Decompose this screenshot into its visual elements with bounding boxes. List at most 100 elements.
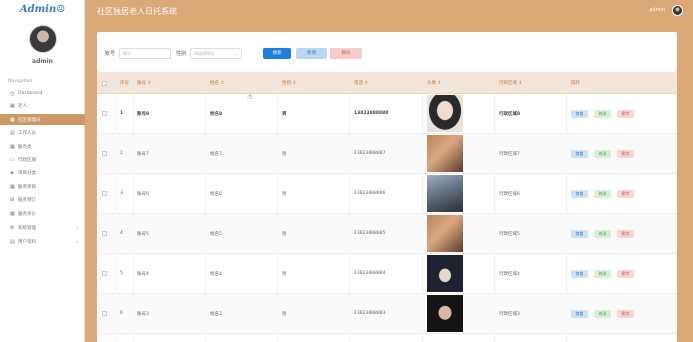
column-header-phone[interactable]: 电话 ⇕	[354, 80, 368, 86]
row-checkbox[interactable]	[102, 311, 107, 316]
view-button[interactable]: 查看	[571, 310, 588, 318]
grid-icon: ▦	[10, 183, 15, 190]
column-header-actions: 操作	[571, 81, 580, 86]
remove-button[interactable]: 删除	[617, 310, 634, 318]
delete-button[interactable]: 删除	[330, 48, 362, 59]
sidebar-item-label: 老人	[18, 103, 27, 109]
data-table: 序号 账号 ⇕ 姓名 ⇕ 性别 ⇕ 电话 ⇕ 头像 ⇕ 行政区域 ⇕ 操作 1 …	[97, 72, 677, 342]
table-row: 4 账号5 姓名5 男 13823888885 行政区域5 查看 修改 删除	[97, 214, 677, 254]
view-button[interactable]: 查看	[571, 110, 588, 118]
grid-icon: ▦	[10, 210, 15, 217]
nav-section-title: Navigation	[8, 79, 33, 84]
row-checkbox[interactable]	[102, 151, 107, 156]
chevron-down-icon: ⌄	[234, 51, 238, 56]
column-header-region[interactable]: 行政区域 ⇕	[499, 80, 522, 86]
clock-icon: ◷	[10, 90, 15, 97]
sidebar-item-community-admin[interactable]: ▦ 社区管理员	[0, 114, 85, 125]
remove-button[interactable]: 删除	[617, 230, 634, 238]
view-button[interactable]: 查看	[571, 270, 588, 278]
avatar-photo[interactable]	[427, 135, 463, 172]
sidebar-item-system[interactable]: ⚙ 系统管理 ⌄	[0, 222, 85, 233]
view-button[interactable]: 查看	[571, 150, 588, 158]
sidebar-item-staff[interactable]: ▤ 工作人员	[0, 127, 85, 138]
edit-button[interactable]: 修改	[594, 110, 611, 118]
cell-account: 账号5	[137, 232, 149, 237]
cell-region: 行政区域8	[499, 112, 521, 117]
search-button[interactable]: 搜索	[263, 48, 291, 59]
sidebar-item-service-type[interactable]: ▦ 服务类	[0, 141, 85, 152]
car-icon: ⊞	[10, 196, 15, 203]
table-row: 5 账号4 姓名4 男 13823888884 行政区域4 查看 修改 删除	[97, 254, 677, 294]
sidebar-item-service-booking[interactable]: ⊞ 服务预订	[0, 194, 85, 205]
gender-label: 性别	[176, 51, 187, 57]
header-avatar[interactable]	[672, 5, 683, 16]
view-button[interactable]: 查看	[571, 190, 588, 198]
remove-button[interactable]: 删除	[617, 150, 634, 158]
sidebar-item-label: 服务项目	[18, 184, 36, 190]
account-input[interactable]: 账号	[119, 48, 171, 59]
sidebar-item-dashboard[interactable]: ◷ Dashboard	[0, 88, 85, 99]
sidebar-item-region[interactable]: ▭ 行政区域	[0, 154, 85, 165]
cell-phone: 13823888883	[354, 311, 386, 316]
avatar-photo[interactable]	[427, 255, 463, 292]
sidebar-item-user-profile[interactable]: ▤ 用户资料 ⌄	[0, 236, 85, 247]
avatar-photo[interactable]	[427, 215, 463, 252]
column-header-avatar[interactable]: 头像 ⇕	[427, 80, 441, 86]
cell-index: 3	[120, 191, 123, 196]
grid-icon: ▦	[10, 143, 15, 150]
select-all-checkbox[interactable]	[102, 81, 107, 86]
column-header-account[interactable]: 账号 ⇕	[137, 80, 151, 86]
sidebar-item-label: 行政区域	[18, 157, 36, 163]
remove-button[interactable]: 删除	[617, 270, 634, 278]
shield-icon: ◈	[10, 169, 14, 176]
top-header: 社区独居老人日托系统 admin	[85, 0, 693, 23]
cell-account: 账号8	[137, 112, 150, 117]
avatar-photo[interactable]	[427, 95, 463, 132]
sidebar-item-service-review[interactable]: ▦ 服务评价	[0, 208, 85, 219]
add-button[interactable]: 新增	[296, 48, 327, 59]
column-header-name[interactable]: 姓名 ⇕	[210, 80, 224, 86]
view-button[interactable]: 查看	[571, 230, 588, 238]
edit-button[interactable]: 修改	[594, 230, 611, 238]
edit-button[interactable]: 修改	[594, 190, 611, 198]
sidebar-item-project-category[interactable]: ◈ 项目分类	[0, 167, 85, 178]
avatar-photo[interactable]	[427, 295, 463, 332]
grid-icon: ▦	[10, 116, 15, 123]
cell-index: 2	[120, 151, 123, 156]
row-checkbox[interactable]	[102, 231, 107, 236]
cell-account: 账号4	[137, 272, 149, 277]
cell-phone: 13823888888	[354, 111, 389, 116]
row-checkbox[interactable]	[102, 271, 107, 276]
avatar[interactable]	[29, 25, 57, 53]
monitor-icon: ▭	[10, 156, 15, 163]
avatar-photo[interactable]	[427, 175, 463, 212]
cell-name: 姓名3	[210, 312, 222, 317]
edit-button[interactable]: 修改	[594, 270, 611, 278]
remove-button[interactable]: 删除	[617, 110, 634, 118]
table-row: 3 账号6 姓名6 男 13823888886 行政区域6 查看 修改 删除	[97, 174, 677, 214]
row-checkbox[interactable]	[102, 191, 107, 196]
app-logo[interactable]: Admin☺	[0, 4, 85, 15]
page-title: 社区独居老人日托系统	[97, 7, 177, 16]
cell-gender: 男	[282, 192, 287, 197]
gender-select[interactable]: 请选择性别 ⌄	[190, 48, 242, 59]
sidebar-item-service-project[interactable]: ▦ 服务项目	[0, 181, 85, 192]
row-checkbox[interactable]	[102, 111, 107, 116]
cell-gender: 男	[282, 112, 287, 117]
cell-gender: 男	[282, 272, 287, 277]
header-username[interactable]: admin	[649, 7, 665, 13]
gear-icon: ⚙	[10, 224, 15, 231]
sidebar-item-elderly[interactable]: ▦ 老人	[0, 100, 85, 111]
doc-icon: ▤	[10, 238, 15, 245]
sidebar-item-label: 服务预订	[18, 197, 36, 203]
edit-button[interactable]: 修改	[594, 310, 611, 318]
edit-button[interactable]: 修改	[594, 150, 611, 158]
sidebar-item-label: 用户资料	[18, 239, 36, 245]
doc-icon: ▤	[10, 129, 15, 136]
sidebar-item-label: 社区管理员	[18, 117, 41, 123]
remove-button[interactable]: 删除	[617, 190, 634, 198]
cell-account: 账号6	[137, 192, 149, 197]
column-header-gender[interactable]: 性别 ⇕	[282, 80, 296, 86]
cell-gender: 男	[282, 312, 287, 317]
grid-icon: ▦	[10, 102, 15, 109]
